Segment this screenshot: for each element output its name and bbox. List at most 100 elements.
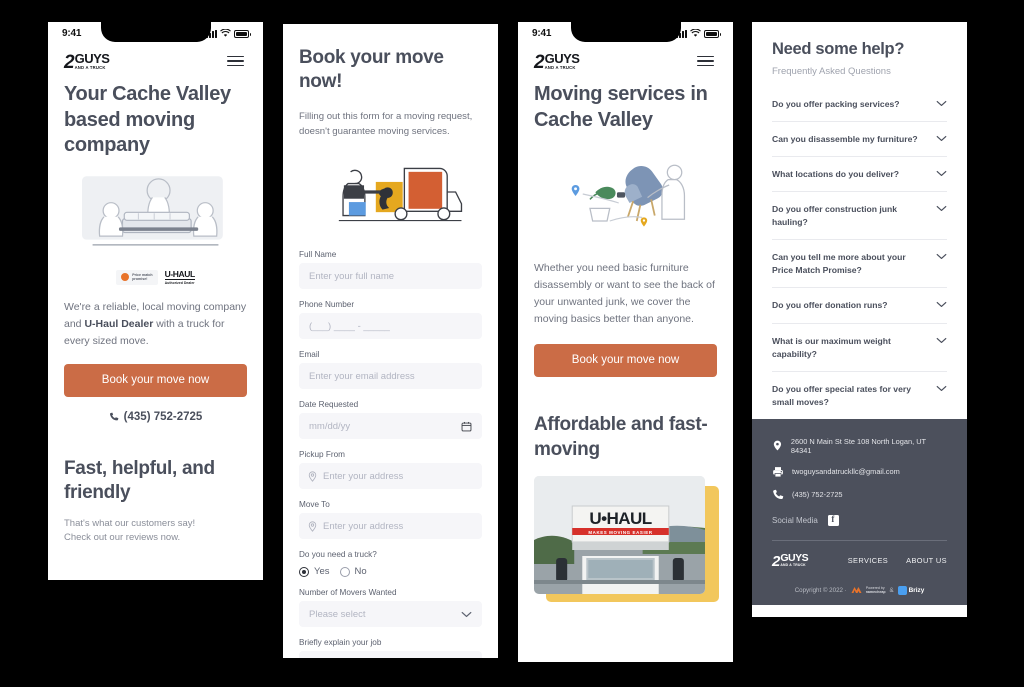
status-time: 9:41 <box>532 28 552 39</box>
logo-word: GUYS <box>74 51 110 66</box>
radio-no-dot[interactable] <box>339 566 350 577</box>
map-pin-icon <box>308 521 317 532</box>
chevron-down-icon[interactable] <box>936 135 947 142</box>
logo-word: GUYS <box>544 51 580 66</box>
facebook-icon[interactable] <box>827 514 839 526</box>
pickup-from-label: Pickup From <box>299 450 345 460</box>
affordable-heading: Affordable and fast-moving <box>534 414 708 460</box>
need-truck-radio-group: Yes No <box>299 566 482 577</box>
logo-tagline: AND A TRUCK <box>544 65 576 70</box>
form-title: Book your move now! <box>299 47 444 93</box>
faq-item[interactable]: Do you offer packing services? <box>772 87 947 123</box>
footer-link-services[interactable]: SERVICES <box>848 556 888 565</box>
radio-no[interactable]: No <box>339 566 367 578</box>
full-name-input[interactable]: Enter your full name <box>299 263 482 290</box>
chevron-down-icon[interactable] <box>461 611 472 618</box>
phone-number-input[interactable]: (___) ____ - _____ <box>299 313 482 340</box>
faq-item[interactable]: What is our maximum weight capability? <box>772 324 947 372</box>
footer-social: Social Media <box>772 514 947 526</box>
book-move-button[interactable]: Book your move now <box>534 344 717 378</box>
price-match-label: Price match promise! <box>132 273 153 282</box>
chevron-down-icon[interactable] <box>936 170 947 177</box>
chevron-down-icon[interactable] <box>936 385 947 392</box>
email-label: Email <box>299 350 320 360</box>
brizy-logo-icon <box>897 585 907 595</box>
faq-header: Need some help? Frequently Asked Questio… <box>752 22 967 77</box>
footer-logo[interactable]: 2 GUYS AND A TRUCK <box>772 551 809 569</box>
date-requested-input[interactable]: mm/dd/yy <box>299 413 482 440</box>
ampersand-text: & <box>889 586 894 594</box>
move-to-label: Move To <box>299 500 330 510</box>
wifi-icon <box>220 29 231 37</box>
chevron-down-icon[interactable] <box>936 100 947 107</box>
map-pin-icon <box>773 440 782 451</box>
pickup-from-input[interactable]: Enter your address <box>299 463 482 490</box>
chevron-down-icon[interactable] <box>936 301 947 308</box>
radio-yes[interactable]: Yes <box>299 566 330 577</box>
job-message-textarea[interactable]: Write your message <box>299 651 482 658</box>
movers-count-placeholder: Please select <box>309 608 366 620</box>
phone-number: (435) 752-2725 <box>123 410 203 423</box>
logo-word: GUYS <box>780 551 809 564</box>
brizy-name: Brizy <box>908 586 925 594</box>
site-footer: 2600 N Main St Ste 108 North Logan, UT 8… <box>752 418 967 605</box>
footer-copyright: Copyright © 2022 · Powered by namecheap … <box>772 585 947 595</box>
faq-question: Can you tell me more about your Price Ma… <box>772 252 906 276</box>
footer-phone-row[interactable]: (435) 752-2725 <box>772 489 947 501</box>
logo[interactable]: 2 GUYS AND A TRUCK <box>64 51 110 72</box>
phone-number-label: Phone Number <box>299 300 355 310</box>
book-move-button[interactable]: Book your move now <box>64 363 247 397</box>
reviews-heading: Fast, helpful, and friendly <box>64 457 215 504</box>
faq-question: Do you offer construction junk hauling? <box>772 204 898 228</box>
move-to-input[interactable]: Enter your address <box>299 513 482 540</box>
email-placeholder: Enter your email address <box>309 370 415 382</box>
brizy-credit[interactable]: Brizy <box>897 585 925 595</box>
faq-item[interactable]: Do you offer special rates for very smal… <box>772 372 947 419</box>
brand-header: 2 GUYS AND A TRUCK <box>518 48 733 80</box>
form-subtitle: Filling out this form for a moving reque… <box>299 110 473 138</box>
faq-item[interactable]: Do you offer construction junk hauling? <box>772 192 947 241</box>
footer-email: twoguysandatruckllc@gmail.com <box>792 467 900 477</box>
page-title: Your Cache Valley based moving company <box>64 83 231 157</box>
footer-link-about-us[interactable]: ABOUT US <box>906 556 947 565</box>
phone-number-placeholder: (___) ____ - _____ <box>309 320 390 332</box>
faq-item[interactable]: What locations do you deliver? <box>772 157 947 193</box>
footer-email-row[interactable]: twoguysandatruckllc@gmail.com <box>772 466 947 478</box>
phone-panel-faq: Need some help? Frequently Asked Questio… <box>752 22 967 617</box>
status-bar: 9:41 <box>518 22 733 48</box>
screenshot-stage: 9:41 2 GUYS AND A TRUCK Your Cache Valle… <box>0 0 1024 687</box>
date-requested-placeholder: mm/dd/yy <box>309 420 351 432</box>
full-name-placeholder: Enter your full name <box>309 270 395 282</box>
footer-phone: (435) 752-2725 <box>792 490 843 500</box>
faq-item[interactable]: Can you tell me more about your Price Ma… <box>772 240 947 289</box>
mover-carrying-armchair-illustration <box>518 133 733 244</box>
intro-paragraph: We're a reliable, local moving company a… <box>48 285 263 350</box>
hamburger-menu-icon[interactable] <box>694 53 717 70</box>
faq-list: Do you offer packing services? Can you d… <box>752 77 967 419</box>
hamburger-menu-icon[interactable] <box>224 53 247 70</box>
phone-link[interactable]: (435) 752-2725 <box>48 397 263 423</box>
chevron-down-icon[interactable] <box>936 253 947 260</box>
radio-no-label: No <box>354 566 367 578</box>
faq-item[interactable]: Can you disassemble my furniture? <box>772 122 947 158</box>
faq-question: Can you disassemble my furniture? <box>772 134 918 145</box>
brand-header: 2 GUYS AND A TRUCK <box>48 48 263 80</box>
status-bar: 9:41 <box>48 22 263 48</box>
faq-item[interactable]: Do you offer donation runs? <box>772 288 947 324</box>
pickup-from-placeholder: Enter your address <box>323 470 404 482</box>
phone-icon <box>109 412 119 421</box>
email-input[interactable]: Enter your email address <box>299 363 482 390</box>
faq-title: Need some help? <box>772 40 905 58</box>
copyright-text: Copyright © 2022 · <box>794 586 847 594</box>
mover-loading-boxes-into-truck-illustration <box>283 140 498 239</box>
svg-text:U•HAUL: U•HAUL <box>589 509 651 528</box>
calendar-icon[interactable] <box>461 421 472 432</box>
printer-icon <box>773 466 783 478</box>
radio-yes-dot[interactable] <box>299 566 309 577</box>
chevron-down-icon[interactable] <box>936 337 947 344</box>
map-pin-icon <box>308 471 317 482</box>
logo[interactable]: 2 GUYS AND A TRUCK <box>534 51 580 72</box>
faq-question: Do you offer donation runs? <box>772 300 888 311</box>
movers-count-select[interactable]: Please select <box>299 601 482 628</box>
chevron-down-icon[interactable] <box>936 205 947 212</box>
